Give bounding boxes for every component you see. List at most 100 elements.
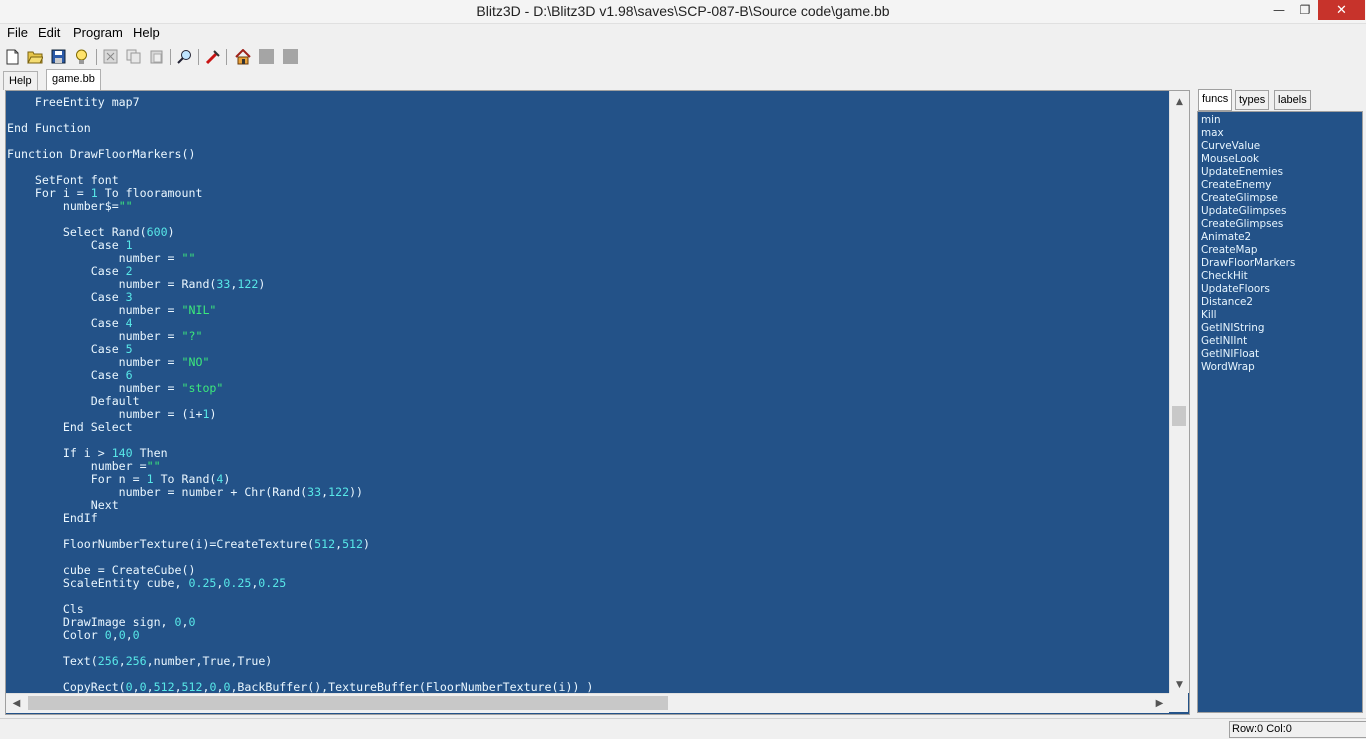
code-token: 0.25 [258, 576, 287, 590]
code-token: "NO" [181, 355, 210, 369]
code-token: Color [7, 628, 105, 642]
function-list-item[interactable]: DrawFloorMarkers [1201, 257, 1295, 270]
tab-funcs[interactable]: funcs [1198, 89, 1233, 111]
code-token: 512 [342, 537, 364, 551]
function-list-item[interactable]: CreateMap [1201, 244, 1257, 257]
code-token: Case [7, 238, 126, 252]
function-list-item[interactable]: Kill [1201, 309, 1216, 322]
code-token: For i = [7, 186, 91, 200]
maximize-button[interactable]: ❐ [1292, 0, 1318, 20]
code-token: To Rand( [153, 472, 217, 486]
cursor-position: Row:0 Col:0 [1229, 721, 1366, 738]
menu-file[interactable]: File [7, 25, 28, 40]
code-editor[interactable]: FreeEntity map7 End Function Function Draw… [5, 90, 1190, 715]
code-token: ) [258, 277, 266, 291]
cut-icon[interactable] [102, 48, 119, 65]
menu-help[interactable]: Help [133, 25, 160, 40]
code-token: number = number + Chr(Rand( [7, 485, 308, 499]
back-icon[interactable] [258, 48, 275, 65]
code-token: 4 [125, 316, 133, 330]
menu-edit[interactable]: Edit [38, 25, 60, 40]
function-list-item[interactable]: max [1201, 127, 1224, 140]
code-token: ,BackBuffer(),TextureBuffer(FloorNumberT… [230, 680, 594, 694]
window-title: Blitz3D - D:\Blitz3D v1.98\saves\SCP-087… [476, 3, 890, 19]
minimize-button[interactable]: — [1266, 0, 1292, 20]
code-token: 2 [125, 264, 133, 278]
paste-icon[interactable] [148, 48, 165, 65]
code-area[interactable]: FreeEntity map7 End Function Function Draw… [6, 91, 1169, 694]
function-list-item[interactable]: UpdateGlimpses [1201, 205, 1286, 218]
code-token: "" [146, 459, 161, 473]
code-token: , [118, 654, 126, 668]
code-line: FloorNumberTexture(i)=CreateTexture(512,… [7, 538, 370, 551]
scroll-right-icon[interactable]: ▶ [1151, 694, 1168, 713]
close-file-icon[interactable] [73, 48, 90, 65]
function-list-item[interactable]: GetINIFloat [1201, 348, 1259, 361]
new-file-icon[interactable] [4, 48, 21, 65]
save-icon[interactable] [50, 48, 67, 65]
code-token: number = (i+ [7, 407, 203, 421]
function-list-item[interactable]: CreateEnemy [1201, 179, 1271, 192]
tab-game-bb[interactable]: game.bb [46, 69, 101, 90]
function-list-item[interactable]: GetINIString [1201, 322, 1264, 335]
menu-program[interactable]: Program [73, 25, 123, 40]
function-list-item[interactable]: Animate2 [1201, 231, 1251, 244]
function-list-item[interactable]: UpdateEnemies [1201, 166, 1283, 179]
code-line: End Function [7, 122, 91, 135]
code-token: "NIL" [181, 303, 217, 317]
function-list-item[interactable]: UpdateFloors [1201, 283, 1270, 296]
code-token: "" [181, 251, 196, 265]
code-token: FloorNumberTexture(i)=CreateTexture( [7, 537, 315, 551]
code-token: 0 [132, 628, 140, 642]
run-icon[interactable] [204, 48, 221, 65]
function-list-item[interactable]: CurveValue [1201, 140, 1260, 153]
tab-labels[interactable]: labels [1274, 90, 1311, 110]
code-token: number = [7, 459, 147, 473]
tab-help[interactable]: Help [3, 71, 38, 90]
code-token: Case [7, 316, 126, 330]
scrollbar-corner [1169, 693, 1188, 712]
vertical-scroll-thumb[interactable] [1172, 406, 1186, 426]
code-token: 0.25 [223, 576, 252, 590]
home-icon[interactable] [234, 48, 251, 65]
code-token: 140 [111, 446, 133, 460]
horizontal-scroll-thumb[interactable] [28, 696, 668, 710]
copy-icon[interactable] [125, 48, 142, 65]
code-line: Function DrawFloorMarkers() [7, 148, 195, 161]
scroll-down-icon[interactable]: ▼ [1170, 676, 1189, 693]
code-token: Cls [7, 602, 84, 616]
function-list[interactable]: min max CurveValue MouseLook UpdateEnemies Cr… [1197, 111, 1363, 713]
code-token: 5 [125, 342, 133, 356]
code-token: number = Rand( [7, 277, 217, 291]
code-token: 0 [188, 615, 196, 629]
tab-types[interactable]: types [1235, 90, 1270, 110]
code-line: ScaleEntity cube, 0.25,0.25,0.25 [7, 577, 286, 590]
vertical-scrollbar[interactable]: ▲ ▼ [1169, 91, 1189, 693]
code-line: number$="" [7, 200, 133, 213]
code-token: ScaleEntity cube, [7, 576, 189, 590]
function-list-item[interactable]: Distance2 [1201, 296, 1253, 309]
forward-icon[interactable] [282, 48, 299, 65]
function-list-item[interactable]: WordWrap [1201, 361, 1255, 374]
toolbar [0, 44, 1366, 70]
toolbar-separator [198, 49, 199, 65]
function-list-item[interactable]: MouseLook [1201, 153, 1259, 166]
code-token: 6 [125, 368, 133, 382]
toolbar-separator [96, 49, 97, 65]
find-icon[interactable] [176, 48, 193, 65]
scroll-up-icon[interactable]: ▲ [1170, 93, 1189, 110]
function-list-item[interactable]: CreateGlimpses [1201, 218, 1283, 231]
function-list-item[interactable]: min [1201, 114, 1221, 127]
function-list-item[interactable]: GetINIInt [1201, 335, 1247, 348]
code-token: 1 [125, 238, 133, 252]
function-list-item[interactable]: CheckHit [1201, 270, 1248, 283]
scroll-left-icon[interactable]: ◀ [8, 694, 25, 713]
code-token: 122 [237, 277, 259, 291]
function-list-item[interactable]: CreateGlimpse [1201, 192, 1278, 205]
open-folder-icon[interactable] [26, 48, 43, 65]
code-token: 512 [181, 680, 203, 694]
horizontal-scrollbar[interactable]: ◀ ▶ [6, 693, 1169, 713]
close-button[interactable]: ✕ [1318, 0, 1365, 20]
code-token: To flooramount [97, 186, 203, 200]
code-token: ) [363, 537, 370, 551]
